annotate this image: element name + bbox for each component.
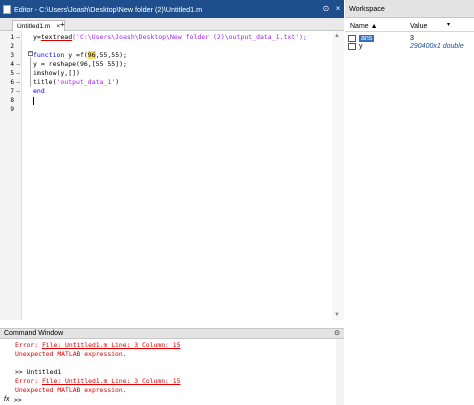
code-token: function <box>33 51 65 59</box>
line-number-text: 7 <box>10 88 14 95</box>
error-prefix: Error: <box>15 341 42 349</box>
code-token: ,55,55); <box>95 51 127 59</box>
workspace-row[interactable]: y 290400x1 double <box>345 42 474 52</box>
command-window: Command Window ⊙ Error: File: Untitled1.… <box>0 328 344 405</box>
code-token: imshow(y,[]) <box>33 69 80 77</box>
code-token: y= <box>33 33 41 41</box>
line-number: 9 <box>0 105 22 114</box>
code-line[interactable]: end <box>33 87 45 96</box>
error-prefix: Error: <box>15 377 42 385</box>
command-window-label: Command Window <box>4 330 64 337</box>
close-icon[interactable]: × <box>332 0 344 18</box>
variable-icon <box>348 35 356 42</box>
error-link[interactable]: File: Untitled1.m Line: 3 Column: 15 <box>42 377 181 385</box>
sort-arrow-icon[interactable]: ▾ <box>447 21 450 28</box>
add-tab-button[interactable]: + <box>60 20 65 30</box>
code-token: textread <box>40 33 73 41</box>
fold-toggle-icon[interactable]: − <box>28 51 33 56</box>
tab-untitled1[interactable]: Untitled1.m × <box>12 20 66 31</box>
line-number-gutter: 1—2 3 4—5—6—7—8 9 <box>0 31 22 320</box>
code-token: 'output_data_1' <box>56 78 116 86</box>
workspace-title: Workspace <box>345 0 474 18</box>
pin-icon[interactable]: ⊙ <box>320 0 332 18</box>
editor-panel: Editor - C:\Users\Joash\Desktop\New fold… <box>0 0 344 320</box>
error-link[interactable]: File: Untitled1.m Line: 3 Column: 15 <box>42 341 181 349</box>
code-token: end <box>33 87 45 95</box>
code-line[interactable]: y = reshape(96,[55 55]); <box>33 60 127 69</box>
line-number-text: 2 <box>10 43 14 50</box>
column-name-header[interactable]: Name ▲ <box>350 23 378 30</box>
code-area[interactable]: y=textread('C:\Users\Joash\Desktop\New f… <box>25 31 325 320</box>
command-output-line: >> Untitled1 <box>15 368 62 376</box>
line-number-text: 9 <box>10 106 14 113</box>
workspace-panel: Workspace Name ▲ Value ▾ ans 3 y 290400x… <box>345 0 474 405</box>
tab-label: Untitled1.m <box>17 22 51 30</box>
line-number-text: 3 <box>10 52 14 59</box>
text-cursor <box>33 97 34 105</box>
fold-guide <box>30 57 31 87</box>
line-number: 1— <box>0 33 22 42</box>
command-output-line: Unexpected MATLAB expression. <box>15 386 127 394</box>
line-number: 3 <box>0 51 22 60</box>
variable-value: 3 <box>410 35 414 42</box>
code-token: y = reshape(96,[55 55]); <box>33 60 127 68</box>
code-token: ('C:\Users\Joash\Desktop\New folder (2)\… <box>72 33 307 41</box>
variable-name: ans <box>359 35 375 42</box>
line-number-text: 4 <box>10 61 14 68</box>
breakpoint-dash[interactable]: — <box>16 87 20 96</box>
line-number-text: 1 <box>10 34 14 41</box>
code-line[interactable]: function y =f(96,55,55); <box>33 51 127 60</box>
editor-title: Editor - C:\Users\Joash\Desktop\New fold… <box>14 4 203 14</box>
variable-value: 290400x1 double <box>410 43 464 50</box>
workspace-header: Name ▲ Value ▾ <box>345 21 474 32</box>
line-number: 2 <box>0 42 22 51</box>
code-token: y =f( <box>64 51 88 59</box>
code-token: 96 <box>87 51 96 59</box>
fx-icon[interactable]: fx <box>4 396 9 403</box>
breakpoint-dash[interactable]: — <box>16 60 20 69</box>
line-number: 4— <box>0 60 22 69</box>
editor-tabbar: Untitled1.m × + <box>0 18 344 31</box>
line-number: 8 <box>0 96 22 105</box>
line-number-text: 6 <box>10 79 14 86</box>
variable-name: y <box>359 43 363 50</box>
code-line[interactable]: imshow(y,[]) <box>33 69 80 78</box>
scroll-down-icon[interactable]: ▼ <box>334 312 340 318</box>
line-number: 7— <box>0 87 22 96</box>
breakpoint-dash[interactable]: — <box>16 33 20 42</box>
variable-icon <box>348 43 356 50</box>
pin-icon[interactable]: ⊙ <box>334 329 340 339</box>
breakpoint-dash[interactable]: — <box>16 69 20 78</box>
editor-scrollbar[interactable]: ▲ ▼ <box>332 31 344 320</box>
scroll-up-icon[interactable]: ▲ <box>334 33 340 39</box>
column-value-header[interactable]: Value <box>410 23 427 30</box>
code-token: title( <box>33 78 57 86</box>
document-icon <box>3 4 11 14</box>
line-number: 6— <box>0 78 22 87</box>
line-number: 5— <box>0 69 22 78</box>
command-window-title: Command Window ⊙ <box>0 329 344 339</box>
code-line[interactable]: title('output_data_1') <box>33 78 119 87</box>
command-output-line: Unexpected MATLAB expression. <box>15 350 127 358</box>
line-number-text: 5 <box>10 70 14 77</box>
editor-titlebar: Editor - C:\Users\Joash\Desktop\New fold… <box>0 0 344 18</box>
command-prompt[interactable]: >> <box>14 396 22 404</box>
command-output-line: Error: File: Untitled1.m Line: 3 Column:… <box>15 377 180 386</box>
command-output-line: Error: File: Untitled1.m Line: 3 Column:… <box>15 341 180 350</box>
breakpoint-dash[interactable]: — <box>16 78 20 87</box>
command-scrollbar[interactable] <box>336 339 344 405</box>
line-number-text: 8 <box>10 97 14 104</box>
code-token: ) <box>115 78 120 86</box>
code-line[interactable]: y=textread('C:\Users\Joash\Desktop\New f… <box>33 33 307 42</box>
